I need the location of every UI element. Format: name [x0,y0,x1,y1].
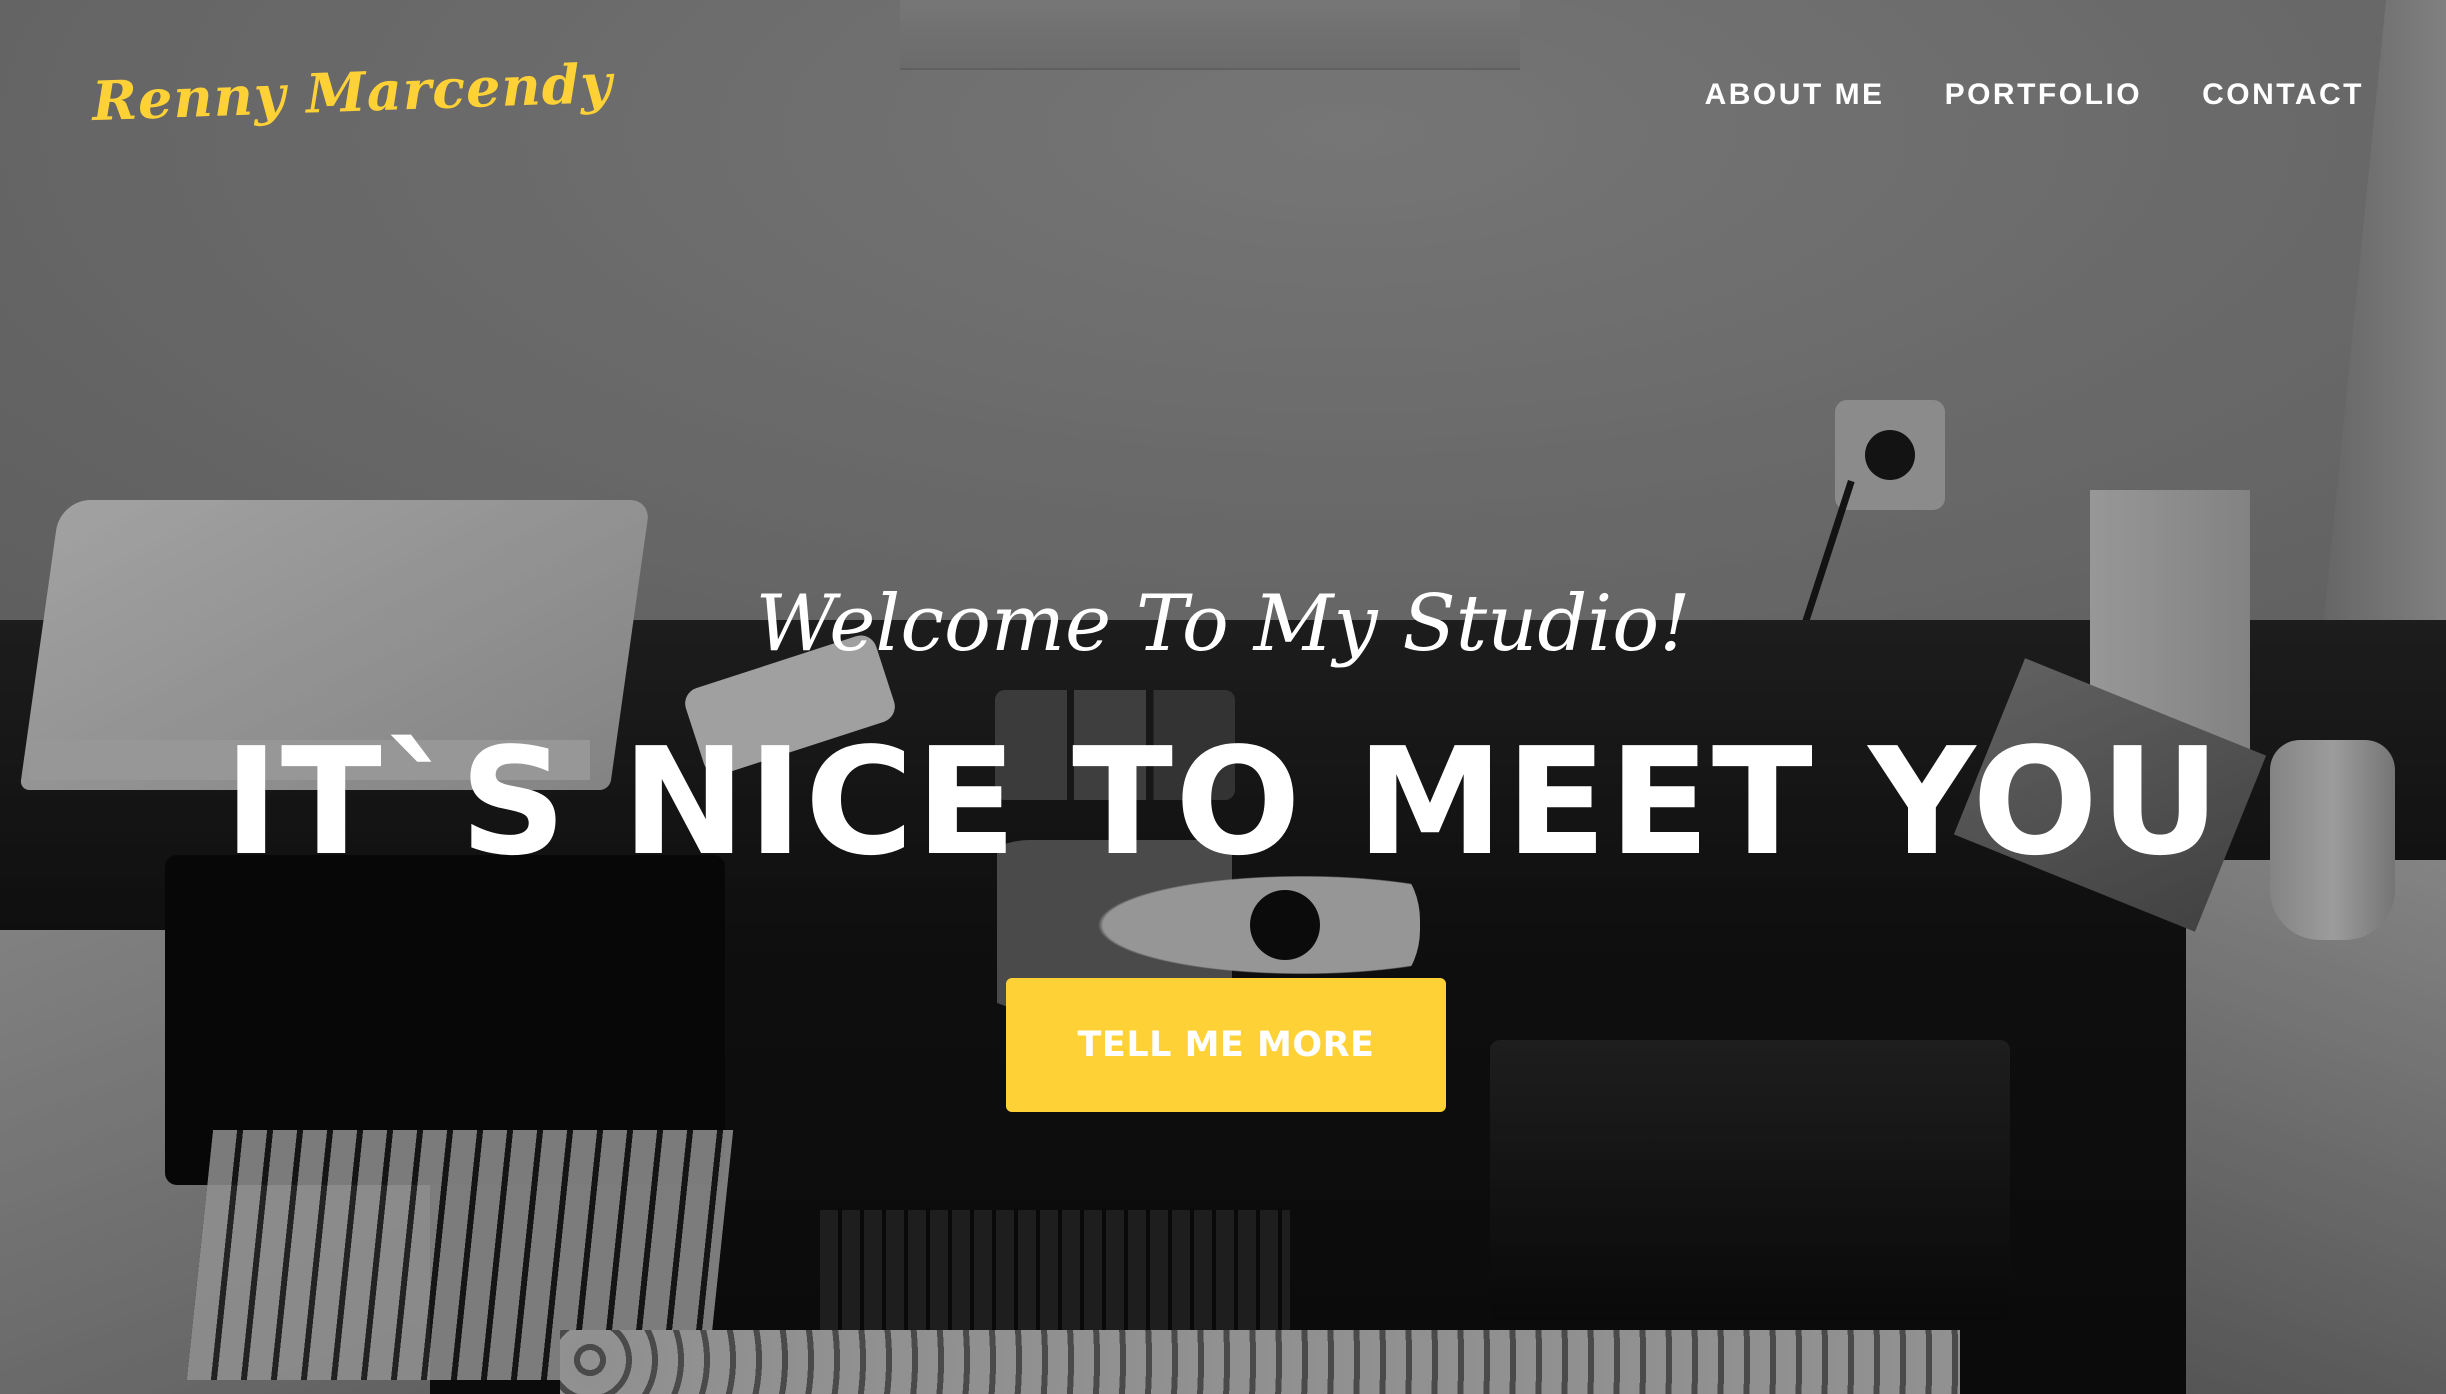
nav-link-about-me[interactable]: ABOUT ME [1705,78,1885,111]
nav-item-about-me: ABOUT ME [1705,78,1885,112]
navbar: Renny Marcendy ABOUT ME PORTFOLIO CONTAC… [0,0,2446,200]
nav-links: ABOUT ME PORTFOLIO CONTACT [1705,78,2364,112]
nav-item-portfolio: PORTFOLIO [1945,78,2143,112]
hero-subheading: Welcome To My Studio! [755,579,1691,669]
nav-link-portfolio[interactable]: PORTFOLIO [1945,78,2143,111]
brand-logo[interactable]: Renny Marcendy [91,51,614,133]
hero-heading: IT`S NICE TO MEET YOU [223,716,2223,888]
nav-link-contact[interactable]: CONTACT [2202,78,2364,111]
tell-me-more-button[interactable]: TELL ME MORE [1006,978,1446,1112]
hero: Welcome To My Studio! IT`S NICE TO MEET … [0,0,2446,1394]
nav-item-contact: CONTACT [2202,78,2364,112]
page: Renny Marcendy ABOUT ME PORTFOLIO CONTAC… [0,0,2446,1394]
